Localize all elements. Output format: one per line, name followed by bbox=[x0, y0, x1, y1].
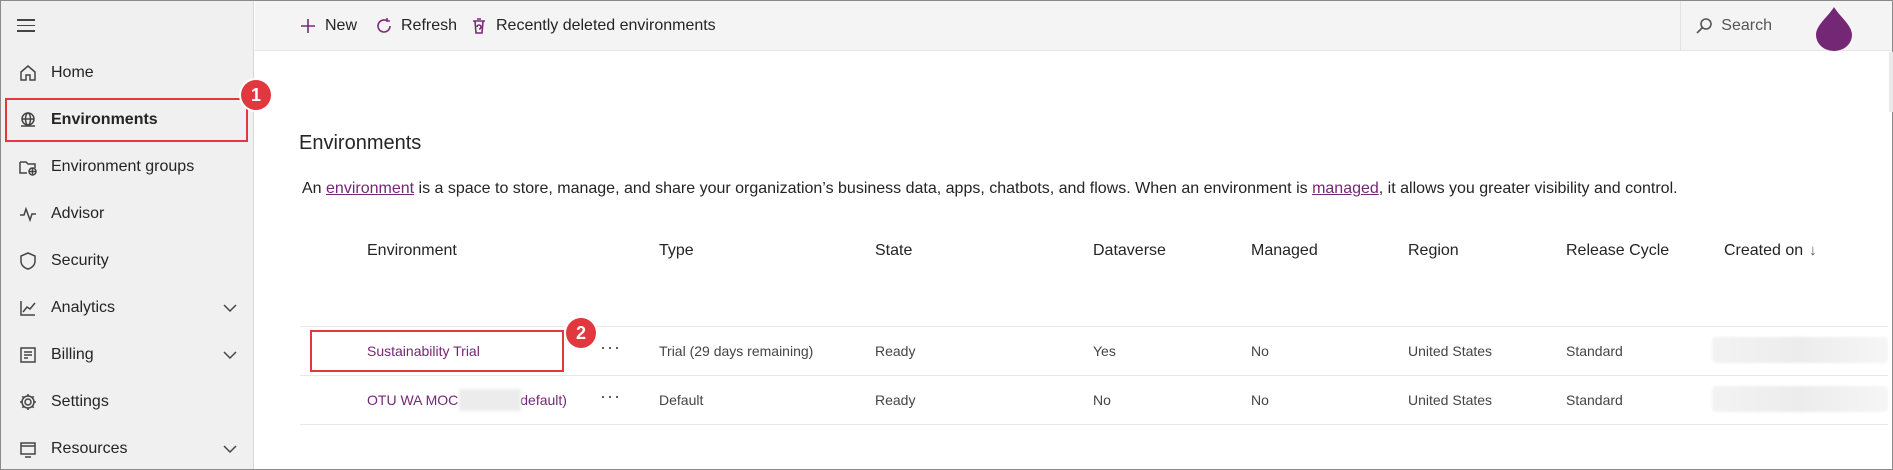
sidebar-item-billing[interactable]: Billing bbox=[5, 333, 248, 377]
command-bar: New Refresh Recently deleted environment… bbox=[255, 1, 1892, 51]
folder-globe-icon bbox=[17, 156, 39, 178]
shield-icon bbox=[17, 250, 39, 272]
sidebar-item-home[interactable]: Home bbox=[5, 51, 248, 95]
table-cell-state: Ready bbox=[875, 392, 916, 408]
redacted-text bbox=[459, 389, 521, 411]
resources-icon bbox=[17, 438, 39, 460]
environment-name-start: OTU WA MOC bbox=[367, 392, 459, 408]
desc-text: An bbox=[302, 180, 327, 197]
avatar[interactable] bbox=[1814, 5, 1854, 51]
new-button-label: New bbox=[325, 17, 358, 34]
recently-deleted-label: Recently deleted environments bbox=[496, 17, 716, 34]
column-header-region[interactable]: Region bbox=[1408, 242, 1459, 260]
sidebar-item-settings[interactable]: Settings bbox=[5, 380, 248, 424]
desc-text: , it allows you greater visibility and c… bbox=[1378, 180, 1678, 197]
sidebar-item-label: Security bbox=[51, 252, 109, 269]
table-cell-managed: No bbox=[1251, 343, 1269, 359]
sidebar-item-advisor[interactable]: Advisor bbox=[5, 192, 248, 236]
scrollbar-edge[interactable] bbox=[1889, 52, 1893, 112]
new-button[interactable]: New bbox=[299, 1, 357, 51]
column-header-type[interactable]: Type bbox=[659, 242, 694, 260]
environment-link[interactable]: environment bbox=[326, 180, 414, 197]
sidebar-item-security[interactable]: Security bbox=[5, 239, 248, 283]
created-on-label: Created on bbox=[1724, 242, 1804, 259]
page-title: Environments bbox=[299, 132, 422, 154]
search-placeholder: Search bbox=[1721, 17, 1772, 34]
sort-arrow-icon: ↓ bbox=[1809, 242, 1817, 259]
plus-icon bbox=[301, 19, 315, 33]
sidebar-item-label: Environments bbox=[51, 111, 158, 128]
sidebar-item-environment-groups[interactable]: Environment groups bbox=[5, 145, 248, 189]
refresh-button-label: Refresh bbox=[401, 17, 458, 34]
home-icon bbox=[17, 62, 39, 84]
redacted-created-on bbox=[1712, 337, 1888, 363]
table-cell-release-cycle: Standard bbox=[1566, 392, 1623, 408]
table-cell-dataverse: Yes bbox=[1093, 343, 1116, 359]
chevron-down-icon[interactable] bbox=[222, 300, 238, 316]
table-cell-dataverse: No bbox=[1093, 392, 1111, 408]
sidebar-item-label: Settings bbox=[51, 393, 109, 410]
sidebar-item-label: Environment groups bbox=[51, 158, 195, 175]
sidebar-item-label: Billing bbox=[51, 346, 94, 363]
chevron-down-icon[interactable] bbox=[222, 441, 238, 457]
trash-restore-icon bbox=[473, 18, 485, 34]
recently-deleted-button[interactable]: Recently deleted environments bbox=[470, 1, 716, 51]
row-divider bbox=[300, 326, 1888, 327]
redacted-created-on bbox=[1712, 386, 1888, 412]
refresh-button[interactable]: Refresh bbox=[375, 1, 457, 51]
table-cell-type: Default bbox=[659, 392, 704, 408]
billing-icon bbox=[17, 344, 39, 366]
row-divider bbox=[300, 375, 1888, 376]
column-header-release-cycle[interactable]: Release Cycle bbox=[1566, 242, 1669, 260]
sidebar: Home Environments Environment groups Adv… bbox=[1, 1, 254, 469]
table-cell-region: United States bbox=[1408, 343, 1493, 359]
table-cell-state: Ready bbox=[875, 343, 916, 359]
column-header-dataverse[interactable]: Dataverse bbox=[1093, 242, 1166, 260]
table-cell-region: United States bbox=[1408, 392, 1493, 408]
pulse-icon bbox=[17, 203, 39, 225]
sidebar-item-resources[interactable]: Resources bbox=[5, 427, 248, 470]
main-content: Environments An environment is a space t… bbox=[255, 52, 1888, 469]
sidebar-item-label: Analytics bbox=[51, 299, 116, 316]
search-input[interactable]: Search bbox=[1680, 1, 1772, 51]
table-cell-type: Trial (29 days remaining) bbox=[659, 343, 814, 359]
hamburger-menu-icon[interactable] bbox=[17, 19, 35, 33]
sidebar-item-label: Resources bbox=[51, 440, 128, 457]
column-header-environment[interactable]: Environment bbox=[367, 242, 457, 260]
table-cell-managed: No bbox=[1251, 392, 1269, 408]
environment-name-end: default) bbox=[520, 392, 567, 408]
page-description: An environment is a space to store, mana… bbox=[302, 180, 1678, 198]
sidebar-item-label: Advisor bbox=[51, 205, 105, 222]
chart-icon bbox=[17, 297, 39, 319]
chevron-down-icon[interactable] bbox=[222, 347, 238, 363]
column-header-managed[interactable]: Managed bbox=[1251, 242, 1318, 260]
refresh-icon bbox=[377, 18, 391, 33]
environment-link-sustainability-trial[interactable]: Sustainability Trial bbox=[367, 343, 480, 359]
column-header-created-on[interactable]: Created on ↓ bbox=[1724, 242, 1817, 260]
table-cell-release-cycle: Standard bbox=[1566, 343, 1623, 359]
more-options-button[interactable]: ··· bbox=[600, 337, 621, 358]
sidebar-item-environments[interactable]: Environments bbox=[5, 98, 248, 142]
callout-badge-2: 2 bbox=[566, 318, 596, 348]
gear-icon bbox=[17, 391, 39, 413]
desc-text: is a space to store, manage, and share y… bbox=[414, 180, 1313, 197]
more-options-button[interactable]: ··· bbox=[600, 386, 621, 407]
column-header-state[interactable]: State bbox=[875, 242, 912, 260]
managed-link[interactable]: managed bbox=[1312, 180, 1379, 197]
search-icon bbox=[1696, 18, 1713, 34]
globe-icon bbox=[17, 109, 39, 131]
sidebar-item-label: Home bbox=[51, 64, 94, 81]
row-divider bbox=[300, 424, 1888, 425]
sidebar-item-analytics[interactable]: Analytics bbox=[5, 286, 248, 330]
